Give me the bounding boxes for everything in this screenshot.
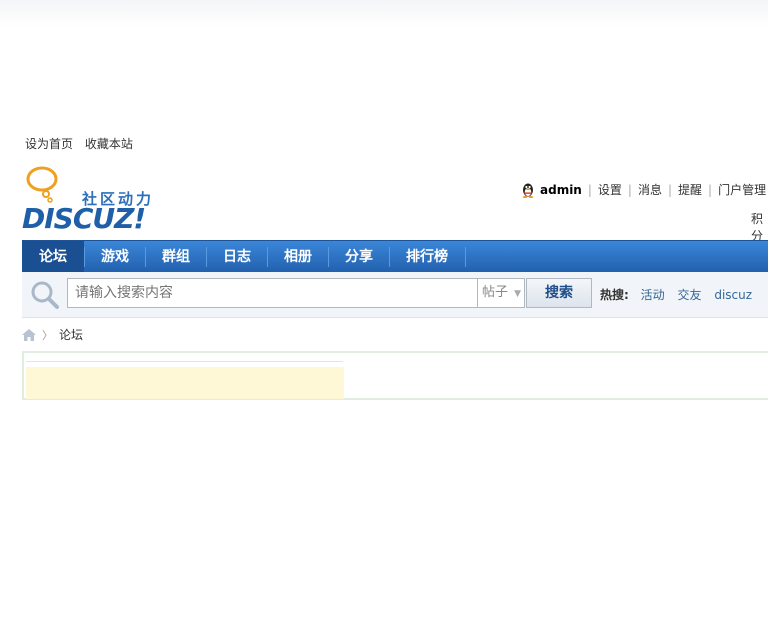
nav-item-album[interactable]: 相册: [268, 241, 328, 273]
search-type-label: 帖子: [482, 285, 509, 300]
magnifier-icon: [31, 281, 59, 309]
nav-item-blog[interactable]: 日志: [207, 241, 267, 273]
top-links: 设为首页 收藏本站: [25, 135, 141, 152]
top-fade: [0, 0, 768, 28]
search-button[interactable]: 搜索: [526, 278, 592, 308]
portal-admin-link[interactable]: 门户管理: [718, 181, 766, 198]
messages-link[interactable]: 消息: [638, 181, 662, 198]
credits-link[interactable]: 积分: [751, 210, 768, 244]
speech-bubble-icon: [26, 166, 58, 203]
site-logo[interactable]: 社区动力 DISCUZ!: [22, 165, 162, 235]
main-nav: 论坛 游戏 群组 日志 相册 分享 排行榜: [22, 240, 768, 273]
hot-keyword[interactable]: 交友: [677, 288, 701, 302]
nav-item-share[interactable]: 分享: [329, 241, 389, 273]
nav-item-groups[interactable]: 群组: [146, 241, 206, 273]
reminders-link[interactable]: 提醒: [678, 181, 702, 198]
hot-keyword[interactable]: discuz: [714, 288, 752, 302]
notice-area: [26, 367, 344, 399]
search-bar: 帖子 ▼ 搜索 热搜: 活动 交友 discuz: [22, 272, 768, 318]
breadcrumb: 〉 论坛: [22, 326, 83, 343]
settings-link[interactable]: 设置: [598, 181, 622, 198]
home-icon[interactable]: [22, 328, 36, 341]
separator: |: [708, 182, 713, 197]
user-bar: admin | 设置 | 消息 | 提醒 | 门户管理: [520, 181, 766, 198]
chevron-down-icon: ▼: [514, 289, 522, 299]
breadcrumb-current[interactable]: 论坛: [59, 326, 83, 343]
nav-item-forum[interactable]: 论坛: [22, 241, 84, 273]
nav-item-ranking[interactable]: 排行榜: [390, 241, 464, 273]
bookmark-link[interactable]: 收藏本站: [85, 137, 133, 151]
set-home-link[interactable]: 设为首页: [25, 137, 73, 151]
hot-keyword[interactable]: 活动: [641, 288, 665, 302]
username-link[interactable]: admin: [540, 183, 582, 197]
divider: [26, 361, 343, 362]
logo-brand: DISCUZ!: [22, 202, 146, 235]
breadcrumb-arrow-icon: 〉: [42, 328, 53, 342]
separator: |: [587, 182, 592, 197]
search-input[interactable]: [67, 278, 477, 308]
separator: |: [667, 182, 673, 197]
nav-divider: [465, 247, 466, 267]
nav-item-games[interactable]: 游戏: [85, 241, 145, 273]
hot-searches-label: 热搜:: [600, 288, 629, 302]
qq-penguin-icon: [522, 183, 534, 198]
content-box: [22, 351, 768, 400]
separator: |: [627, 182, 632, 197]
search-type-select[interactable]: 帖子 ▼: [477, 278, 525, 308]
hot-searches: 热搜: 活动 交友 discuz: [600, 286, 761, 303]
